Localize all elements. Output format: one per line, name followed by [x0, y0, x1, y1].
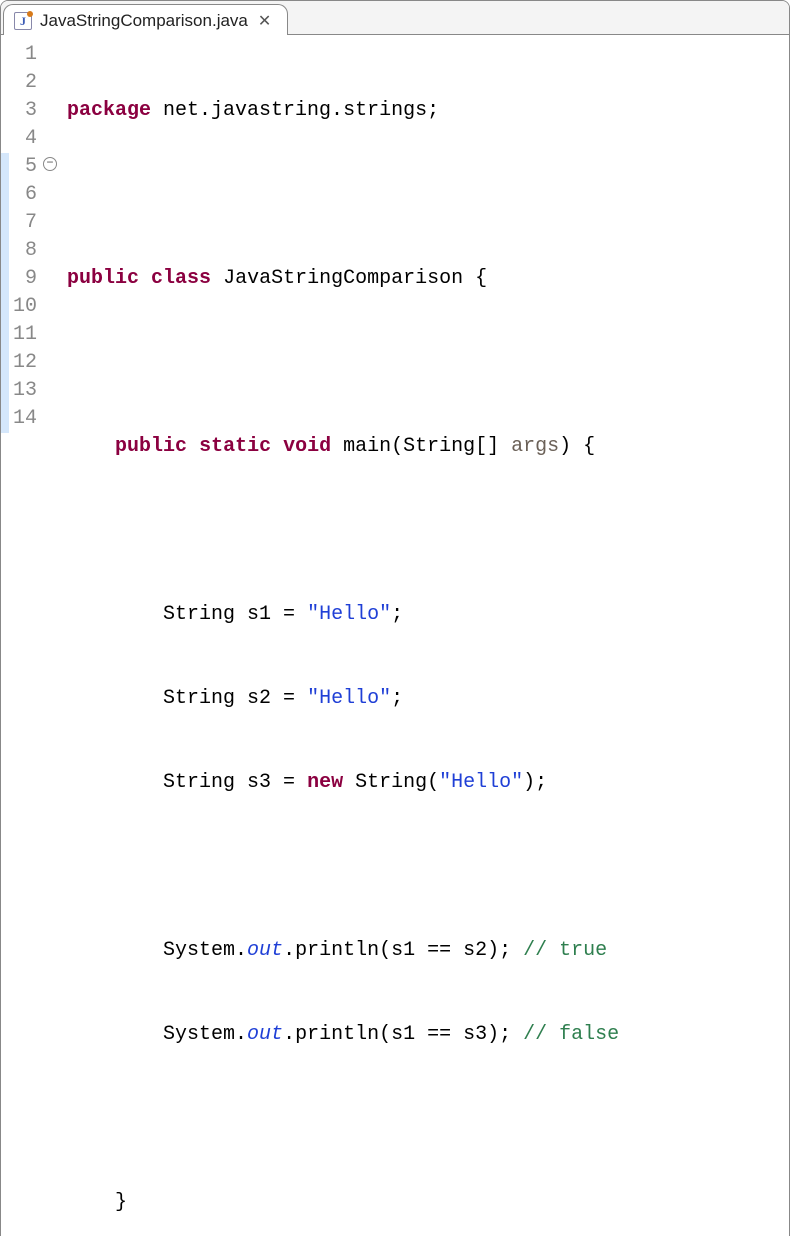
line-number: 14 [13, 405, 37, 433]
editor-body[interactable]: 1 2 3 4 5 6 7 8 9 10 11 12 13 14 − packa… [1, 35, 789, 1236]
line-number: 13 [13, 377, 37, 405]
code-line: String s1 = "Hello"; [67, 601, 619, 629]
code-line: String s3 = new String("Hello"); [67, 769, 619, 797]
gutter: 1 2 3 4 5 6 7 8 9 10 11 12 13 14 − [1, 41, 61, 1236]
line-number: 5 [13, 153, 37, 181]
code-line [67, 517, 619, 545]
code-line [67, 853, 619, 881]
line-number: 2 [13, 69, 37, 97]
java-file-icon [14, 12, 32, 30]
line-number: 3 [13, 97, 37, 125]
code-line [67, 349, 619, 377]
code-line: System.out.println(s1 == s3); // false [67, 1021, 619, 1049]
close-icon[interactable]: ✕ [256, 11, 273, 31]
editor-tab[interactable]: JavaStringComparison.java ✕ [3, 4, 288, 35]
line-number: 10 [13, 293, 37, 321]
line-number: 4 [13, 125, 37, 153]
code-area[interactable]: package net.javastring.strings; public c… [61, 41, 619, 1236]
line-number: 1 [13, 41, 37, 69]
line-number: 7 [13, 209, 37, 237]
code-line: String s2 = "Hello"; [67, 685, 619, 713]
code-line: } [67, 1189, 619, 1217]
line-number: 11 [13, 321, 37, 349]
line-number: 6 [13, 181, 37, 209]
code-line [67, 1105, 619, 1133]
code-line: System.out.println(s1 == s2); // true [67, 937, 619, 965]
editor-pane: JavaStringComparison.java ✕ 1 2 3 4 5 6 … [0, 0, 790, 1236]
editor-tab-label: JavaStringComparison.java [40, 11, 248, 31]
fold-column: − [45, 41, 61, 1236]
code-line: package net.javastring.strings; [67, 97, 619, 125]
code-line: public class JavaStringComparison { [67, 265, 619, 293]
editor-tabbar: JavaStringComparison.java ✕ [1, 1, 789, 35]
code-line [67, 181, 619, 209]
line-numbers: 1 2 3 4 5 6 7 8 9 10 11 12 13 14 [9, 41, 45, 1236]
line-number: 12 [13, 349, 37, 377]
line-number: 8 [13, 237, 37, 265]
code-line: public static void main(String[] args) { [67, 433, 619, 461]
fold-toggle-icon[interactable]: − [43, 157, 57, 171]
line-number: 9 [13, 265, 37, 293]
change-highlight-strip [1, 41, 9, 1236]
